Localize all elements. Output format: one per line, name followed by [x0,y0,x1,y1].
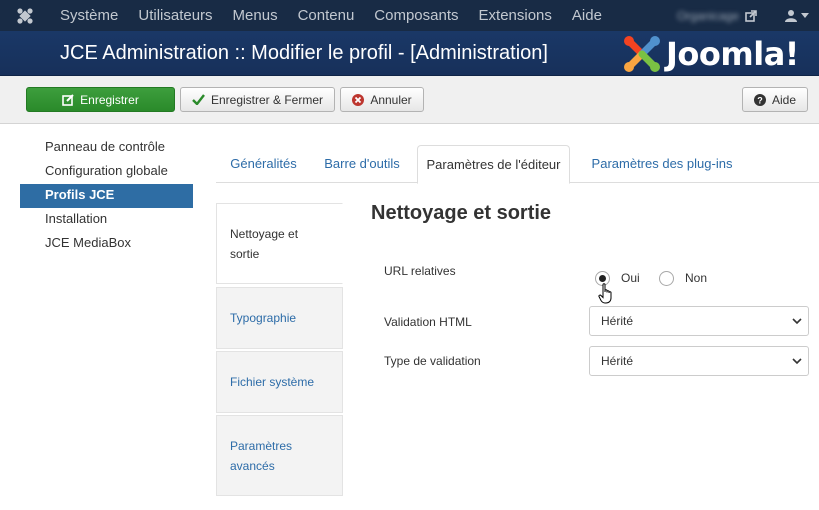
tab-barre-outils[interactable]: Barre d'outils [311,145,413,183]
sidebar-item-configuration[interactable]: Configuration globale [20,160,193,184]
vtab-nettoyage-label: Nettoyage et sortie [230,226,299,261]
save-button[interactable]: Enregistrer [26,87,175,112]
vtab-fichier-systeme[interactable]: Fichier système [216,351,343,413]
joomla-logo-text: Joomla! [666,35,799,73]
url-relatives-non-radio[interactable] [659,271,674,286]
section-title: Nettoyage et sortie [371,202,552,224]
topbar-right: Organicage [677,0,819,31]
sidebar-item-panneau[interactable]: Panneau de contrôle [20,136,193,160]
save-button-label: Enregistrer [80,92,139,107]
help-button-label: Aide [771,92,797,107]
menu-composants[interactable]: Composants [364,0,468,31]
menu-contenu[interactable]: Contenu [288,0,365,31]
menu-utilisateurs[interactable]: Utilisateurs [128,0,222,31]
check-icon [192,94,205,105]
top-menu: Système Utilisateurs Menus Contenu Compo… [50,0,612,31]
caret-down-icon [801,13,809,18]
menu-systeme[interactable]: Système [50,0,128,31]
site-name-link[interactable]: Organicage [677,9,739,23]
external-link-icon[interactable] [745,9,759,23]
page-header: JCE Administration :: Modifier le profil… [0,31,819,76]
joomla-logo-icon [624,36,660,72]
cancel-button-label: Annuler [370,92,412,107]
validation-html-select[interactable]: Hérité [589,306,809,336]
cancel-button[interactable]: Annuler [340,87,424,112]
sidebar-item-profils[interactable]: Profils JCE [20,184,193,208]
menu-aide[interactable]: Aide [562,0,612,31]
validation-html-label: Validation HTML [384,315,472,329]
hand-cursor-icon [598,283,612,304]
user-menu[interactable] [785,9,809,22]
type-validation-label: Type de validation [384,354,481,368]
url-relatives-oui-label[interactable]: Oui [621,271,640,285]
help-button[interactable]: ? Aide [742,87,808,112]
vtab-typographie-label: Typographie [230,311,297,325]
cancel-icon [352,93,365,106]
tab-bar: Généralités Barre d'outils Paramètres de… [216,145,819,184]
url-relatives-non-label[interactable]: Non [685,271,707,285]
svg-text:?: ? [757,95,763,105]
question-icon: ? [753,93,766,106]
sidebar-item-installation[interactable]: Installation [20,208,193,232]
sidebar-item-mediabox[interactable]: JCE MediaBox [20,232,193,256]
menu-menus[interactable]: Menus [223,0,288,31]
page-title: JCE Administration :: Modifier le profil… [60,42,548,64]
menu-extensions[interactable]: Extensions [469,0,562,31]
validation-html-value: Hérité [601,314,634,328]
sidebar: Panneau de contrôle Configuration global… [20,136,193,256]
joomla-menu-icon[interactable] [0,0,50,31]
vtab-fichier-systeme-label: Fichier système [230,375,315,389]
toolbar: Enregistrer Enregistrer & Fermer Annuler… [0,76,819,124]
vtab-parametres-avances-label: Paramètres avancés [230,438,293,473]
vtab-parametres-avances[interactable]: Paramètres avancés [216,415,343,496]
vtab-typographie[interactable]: Typographie [216,287,343,349]
joomla-logo: Joomla! [622,35,799,73]
url-relatives-label: URL relatives [384,264,456,278]
save-close-button[interactable]: Enregistrer & Fermer [180,87,335,112]
save-close-button-label: Enregistrer & Fermer [210,92,324,107]
chevron-down-icon [792,318,802,325]
type-validation-select[interactable]: Hérité [589,346,809,376]
chevron-down-icon [792,358,802,365]
vtab-nettoyage[interactable]: Nettoyage et sortie [216,203,343,284]
type-validation-value: Hérité [601,354,634,368]
edit-icon [62,93,74,106]
tab-parametres-plugins[interactable]: Paramètres des plug-ins [574,145,750,183]
user-icon [785,10,797,22]
tab-generalites[interactable]: Généralités [216,145,311,183]
top-navbar: Système Utilisateurs Menus Contenu Compo… [0,0,819,31]
tab-parametres-editeur[interactable]: Paramètres de l'éditeur [417,145,570,184]
